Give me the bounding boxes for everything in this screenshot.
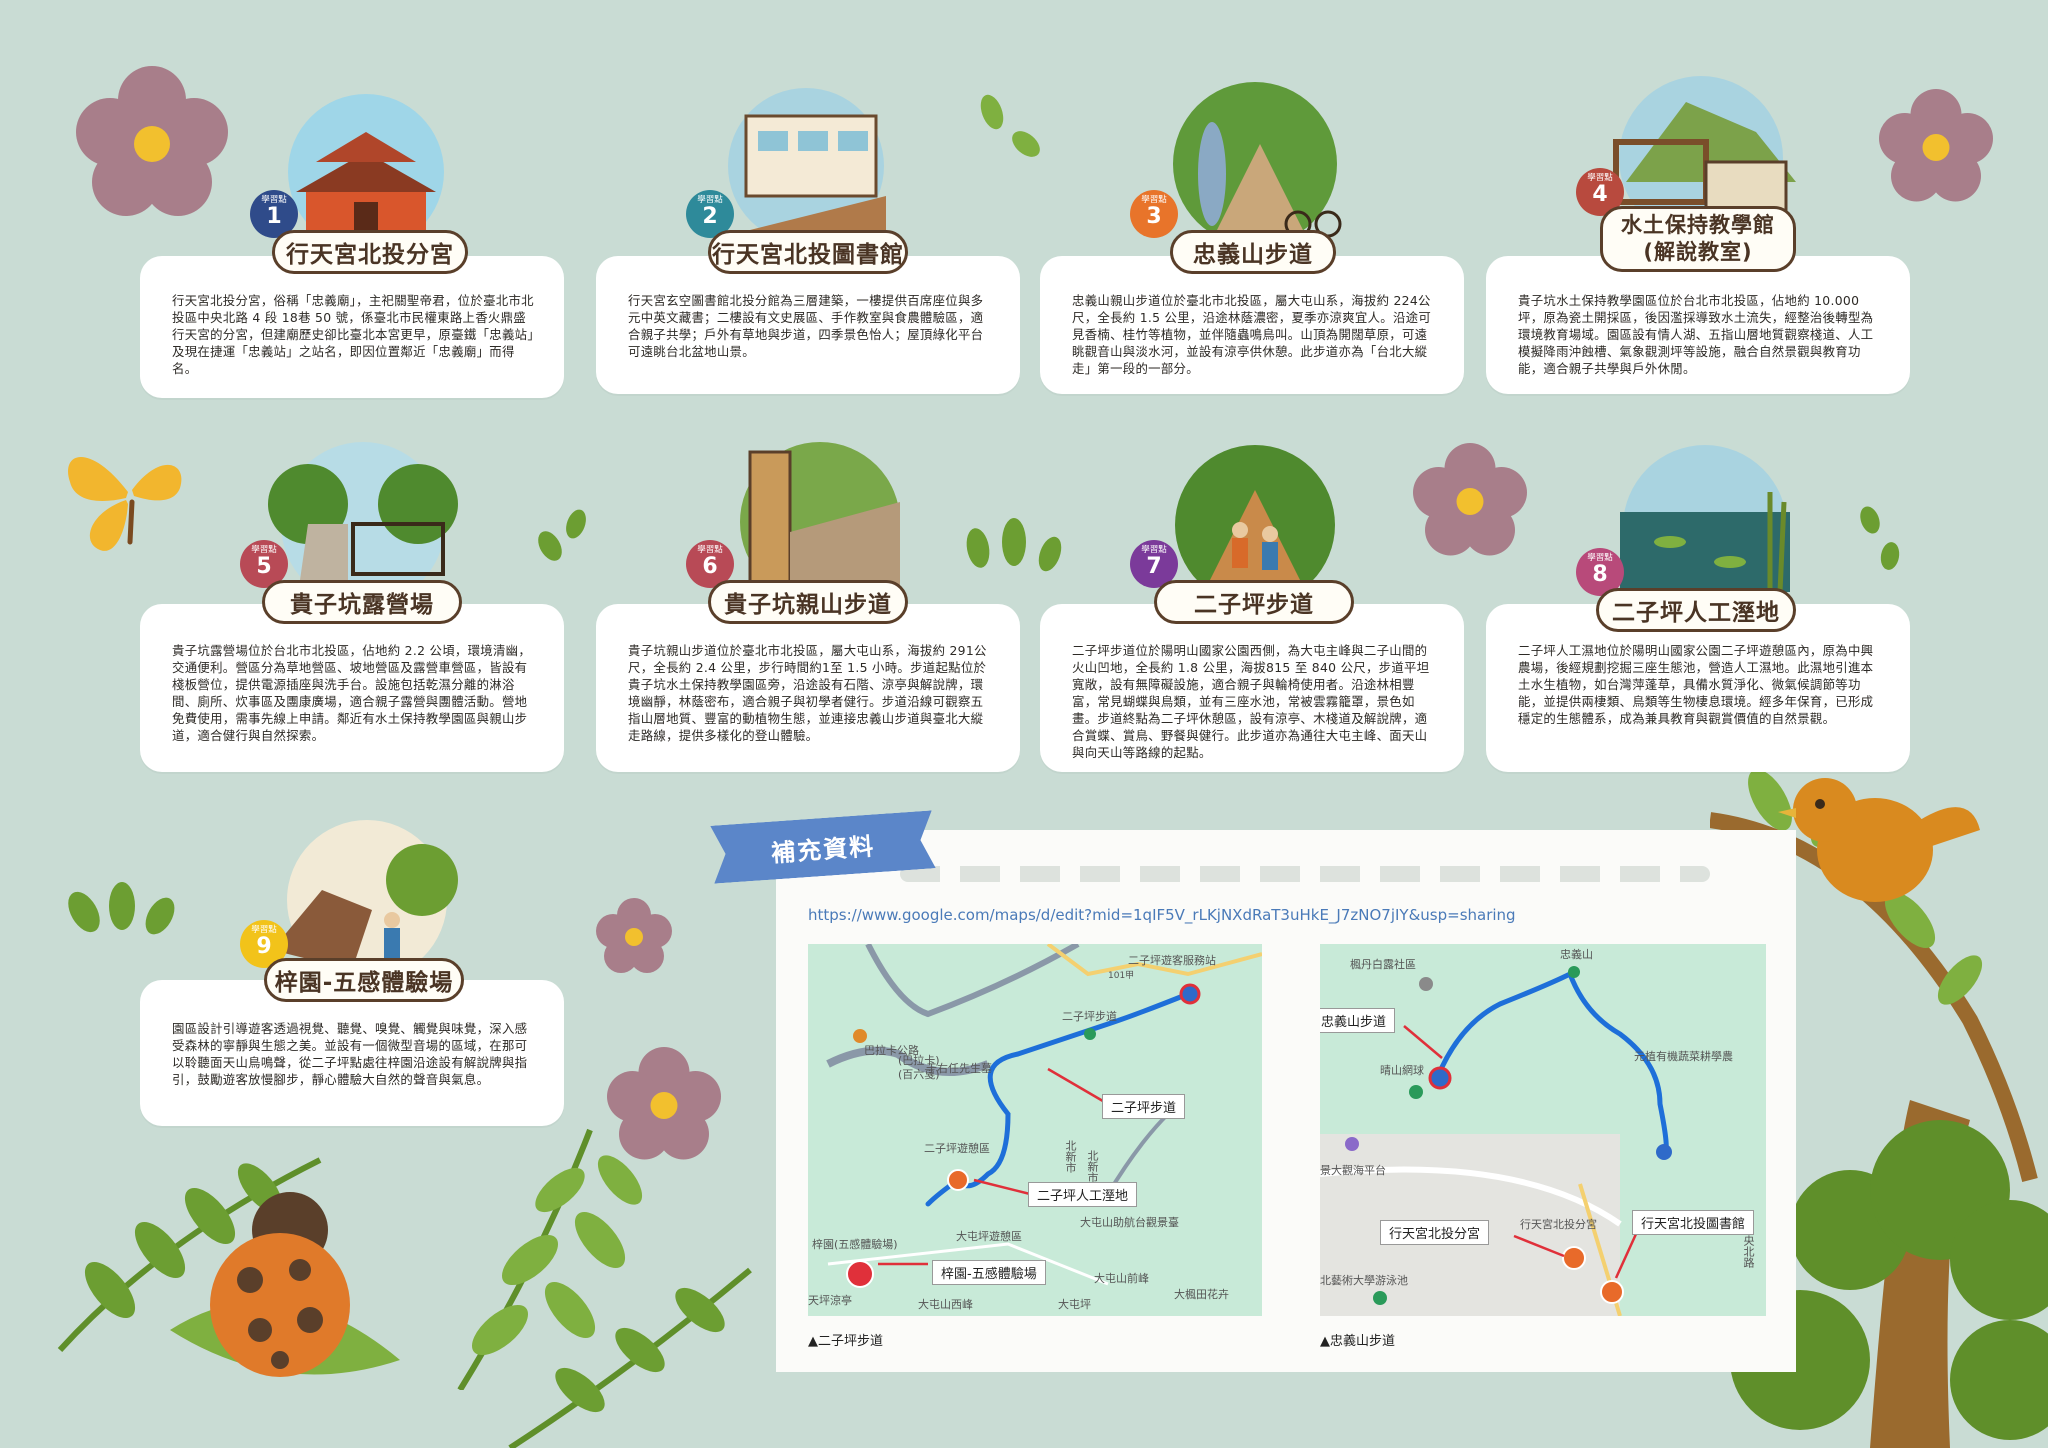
map1-place-8: 梓園(五感體驗場) <box>812 1238 898 1251</box>
leaf-decoration-cluster-5 <box>68 882 175 935</box>
butterfly-decoration <box>68 457 182 551</box>
map1-place-15: 大楓田花卉 <box>1174 1288 1229 1301</box>
site-title-4: 水土保持教學館 (解說教室) <box>1600 206 1796 272</box>
learning-point-badge-3: 學習點 3 <box>1130 190 1178 238</box>
map2-label-library: 行天宮北投圖書館 <box>1632 1210 1755 1235</box>
map1-label-wetland: 二子坪人工溼地 <box>1028 1182 1138 1207</box>
map1-place-16: 101甲 <box>1108 971 1135 981</box>
campground-gate-illustration <box>268 442 458 600</box>
site-description-3: 忠義山親山步道位於臺北市北投區，屬大屯山系，海拔約 224公尺，全長約 1.5 … <box>1072 293 1432 376</box>
site-title-8: 二子坪人工溼地 <box>1596 588 1796 632</box>
map2-place-2: 忠義山 <box>1560 948 1593 961</box>
hikers-illustration <box>1175 445 1335 600</box>
trail-sign-illustration <box>740 442 900 600</box>
map1-place-7: 二子坪遊憩區 <box>924 1142 990 1155</box>
map1-label-sensory-park: 梓園-五感體驗場 <box>932 1260 1046 1285</box>
sensory-park-illustration <box>272 820 458 976</box>
fern-decoration-bottom <box>508 1267 752 1448</box>
flower-decoration-middle <box>1413 443 1527 556</box>
education-center-illustration <box>1613 76 1796 230</box>
site-description-9: 園區設計引導遊客透過視覺、聽覺、嗅覺、觸覺與味覺，深入感受森林的寧靜與生態之美。… <box>172 1021 528 1087</box>
flower-decoration-small <box>596 898 672 973</box>
site-title-1: 行天宮北投分宮 <box>272 230 468 274</box>
wetland-pond-illustration <box>1620 445 1790 600</box>
map1-place-1: 二子坪遊客服務站 <box>1128 954 1216 967</box>
site-description-2: 行天宮玄空圖書館北投分館為三層建築，一樓提供百席座位與多元中英文藏書；二樓設有文… <box>628 293 984 359</box>
flower-decoration-top-left <box>76 66 228 216</box>
map2-label-temple: 行天宮北投分宮 <box>1380 1220 1490 1245</box>
map1-caption: ▲二子坪步道 <box>808 1334 883 1349</box>
map2-caption: ▲忠義山步道 <box>1320 1334 1395 1349</box>
map1-place-11: 大屯山前峰 <box>1094 1272 1149 1285</box>
map2-place-7: 北藝術大學游泳池 <box>1320 1274 1408 1287</box>
site-description-8: 二子坪人工濕地位於陽明山國家公園二子坪遊憩區內，原為中興農場，後經規劃挖掘三座生… <box>1518 643 1874 726</box>
map2-place-5: 景大觀海平台 <box>1320 1164 1386 1177</box>
site-description-7: 二子坪步道位於陽明山國家公園西側，為大屯主峰與二子山間的火山凹地，全長約 1.8… <box>1072 643 1430 760</box>
map2-place-4: 元植有機蔬菜耕學農 <box>1634 1050 1733 1063</box>
map2-place-6: 行天宮北投分宮 <box>1520 1218 1597 1231</box>
site-description-4: 貴子坑水土保持教學園區位於台北市北投區，佔地約 10.000坪，原為瓷土開採區，… <box>1518 293 1874 376</box>
map2-place-1: 楓丹白露社區 <box>1350 958 1416 971</box>
google-maps-link[interactable]: https://www.google.com/maps/d/edit?mid=1… <box>808 906 1516 924</box>
site-title-2: 行天宮北投圖書館 <box>708 230 908 274</box>
site-title-9: 梓園-五感體驗場 <box>264 958 464 1002</box>
map-zhongyishan: 楓丹白露社區 忠義山 晴山網球 元植有機蔬菜耕學農 景大觀海平台 行天宮北投分宮… <box>1320 944 1766 1316</box>
site-title-3: 忠義山步道 <box>1170 230 1336 274</box>
map1-label-erziping-trail: 二子坪步道 <box>1102 1094 1186 1119</box>
leaf-decoration-cluster-4 <box>1860 506 1900 570</box>
site-title-6: 貴子坑親山步道 <box>708 580 908 624</box>
leaf-decoration-cluster-3 <box>966 518 1062 572</box>
site-title-7: 二子坪步道 <box>1154 580 1354 624</box>
flower-decoration-top-right <box>1879 89 1993 202</box>
map1-place-12: 天坪涼亭 <box>808 1294 852 1307</box>
site-title-5: 貴子坑露營場 <box>262 580 462 624</box>
site-description-1: 行天宮北投分宮，俗稱「忠義廟」，主祀關聖帝君，位於臺北市北投區中央北路 4 段 … <box>172 293 534 376</box>
leaf-decoration-cluster-2 <box>538 509 586 561</box>
map1-place-3: 二子坪步道 <box>1062 1010 1117 1023</box>
map2-place-3: 晴山網球 <box>1380 1064 1424 1077</box>
site-description-5: 貴子坑露營場位於台北市北投區，佔地約 2.2 公頃，環境清幽，交通便利。營區分為… <box>172 643 532 743</box>
map1-place-6: 于右任先生墓 <box>926 1062 992 1075</box>
map1-place-9: 大屯坪遊憩區 <box>956 1230 1022 1243</box>
ladybug-decoration <box>170 1192 400 1377</box>
map1-place-13: 大屯山西峰 <box>918 1298 973 1311</box>
trail-entrance-illustration <box>1173 82 1342 246</box>
map2-label-zhongyishan-trail: 忠義山步道 <box>1320 1008 1396 1033</box>
map1-place-18: 北新市 <box>1086 1150 1099 1183</box>
site-description-6: 貴子坑親山步道位於臺北市北投區，屬大屯山系，海拔約 291公尺，全長約 2.4 … <box>628 643 987 743</box>
library-building-illustration <box>726 88 886 252</box>
map-erziping: 二子坪遊客服務站 巴拉卡公路 二子坪步道 (巴拉卡) (百六戛) 于右任先生墓 … <box>808 944 1262 1316</box>
map1-place-10: 大屯山助航台觀景臺 <box>1080 1216 1179 1229</box>
map-zhongyishan-roads <box>1320 966 1672 1316</box>
ticket-dash-row <box>900 866 1710 882</box>
leaf-decoration-cluster-1 <box>980 94 1040 157</box>
map1-place-14: 大屯坪 <box>1058 1298 1091 1311</box>
map1-place-17: 北新市 <box>1064 1140 1077 1173</box>
